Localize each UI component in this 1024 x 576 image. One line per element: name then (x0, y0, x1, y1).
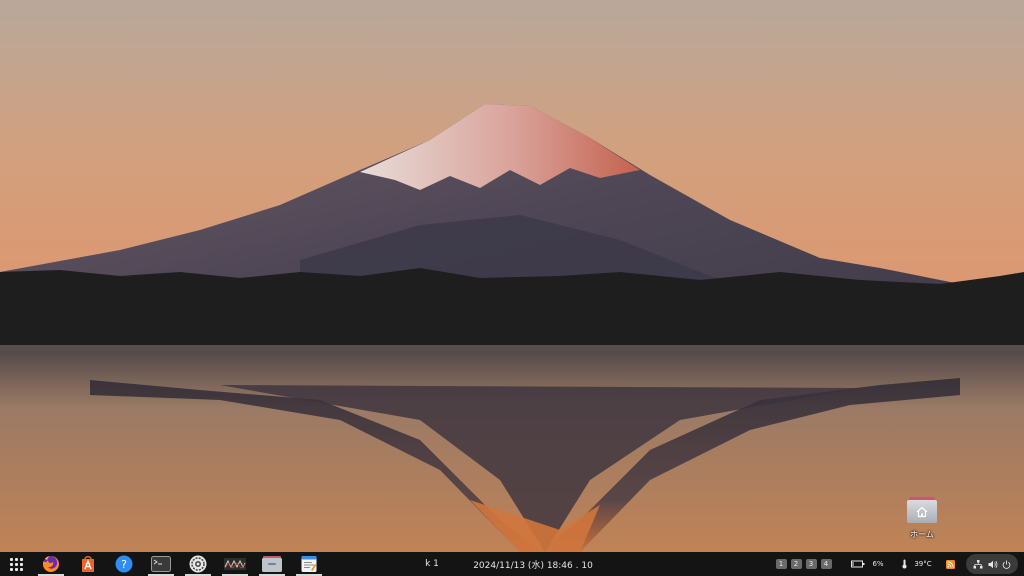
workspace-1[interactable]: 1 (775, 552, 787, 576)
gear-icon (189, 555, 207, 573)
app-grid-icon (9, 557, 23, 571)
home-folder-icon (907, 497, 937, 523)
wallpaper-mount-fuji (0, 0, 1024, 552)
taskbar-app-system-monitor[interactable] (220, 552, 250, 576)
battery-percent: 6% (872, 560, 884, 568)
system-tray[interactable] (966, 554, 1018, 574)
keyboard-indicator[interactable]: k 1 (418, 552, 446, 576)
svg-text:?: ? (121, 558, 127, 571)
desktop-icon-label: ホーム (910, 530, 934, 539)
firefox-icon (42, 556, 59, 572)
app-store-icon (82, 556, 94, 572)
power-icon (1002, 560, 1011, 569)
taskbar-app-files[interactable] (257, 552, 287, 576)
monitor-icon (224, 558, 246, 570)
workspace-2[interactable]: 2 (790, 552, 802, 576)
clock-datetime[interactable]: 2024/11/13 (水) 18:46 . 10 (468, 552, 598, 576)
taskbar-app-help[interactable]: ? (109, 552, 139, 576)
cpu-temperature: 39°C (914, 560, 932, 568)
rss-feed-button[interactable] (944, 552, 956, 576)
app-launcher-button[interactable] (4, 552, 28, 576)
taskbar-app-terminal[interactable] (146, 552, 176, 576)
taskbar-app-software[interactable] (73, 552, 103, 576)
desktop-screen: ホーム ? k 1 2024/11/13 (水) 18:46 . 10 1 2 … (0, 0, 1024, 576)
thermometer-icon (900, 552, 908, 576)
taskbar: ? k 1 2024/11/13 (水) 18:46 . 10 1 2 3 4 … (0, 552, 1024, 576)
file-manager-icon (262, 556, 282, 572)
rss-icon (945, 559, 955, 569)
volume-icon (988, 560, 997, 568)
battery-icon (850, 552, 866, 576)
taskbar-app-firefox[interactable] (36, 552, 66, 576)
workspace-4[interactable]: 4 (820, 552, 832, 576)
text-editor-icon (301, 556, 317, 572)
help-icon: ? (115, 555, 133, 573)
taskbar-app-text-editor[interactable] (294, 552, 324, 576)
terminal-icon (151, 556, 171, 572)
network-icon (973, 559, 983, 568)
desktop-icon-home[interactable]: ホーム (896, 492, 948, 544)
workspace-3[interactable]: 3 (805, 552, 817, 576)
taskbar-app-settings[interactable] (183, 552, 213, 576)
